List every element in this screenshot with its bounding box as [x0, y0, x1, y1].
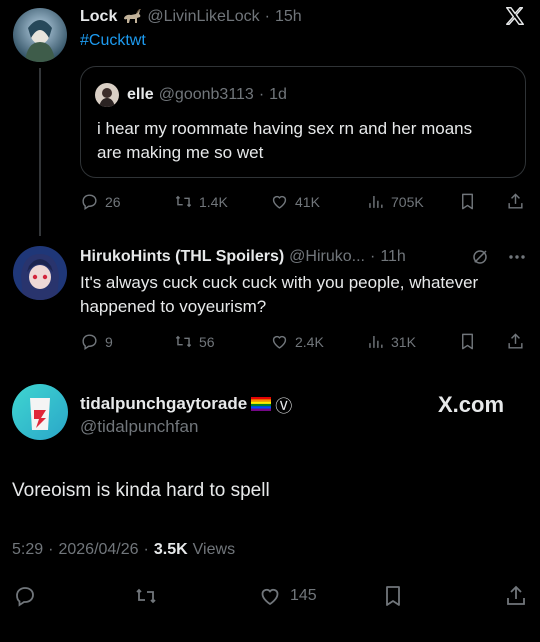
author-name[interactable]: tidalpunchgaytorade: [80, 394, 247, 414]
hashtag-link[interactable]: #Cucktwt: [80, 32, 146, 50]
share-icon: [507, 585, 525, 605]
views-count: 705K: [391, 193, 424, 210]
verified-mark: Ⓥ: [275, 396, 293, 416]
repost-button[interactable]: 56: [174, 332, 215, 351]
repost-count: 56: [199, 333, 215, 350]
like-count: 145: [290, 587, 317, 604]
share-button[interactable]: [506, 332, 525, 351]
reply-icon: [82, 334, 97, 350]
rainbow-flag-icon: [251, 397, 272, 411]
views-button[interactable]: 705K: [366, 192, 424, 211]
x-logo-icon[interactable]: [504, 5, 526, 27]
quote-time: 1d: [269, 86, 287, 103]
bookmark-icon: [462, 333, 473, 350]
like-button[interactable]: 145: [258, 584, 317, 608]
views-icon: [369, 335, 383, 348]
share-button[interactable]: [504, 584, 528, 608]
views-count: 31K: [391, 333, 416, 350]
reply-count: 9: [105, 333, 113, 350]
post-time[interactable]: 11h: [380, 248, 406, 266]
quote-text: i hear my roommate having sex rn and her…: [97, 119, 473, 162]
avatar-lock[interactable]: [13, 8, 67, 62]
thread-line: [39, 68, 41, 236]
like-button[interactable]: 2.4K: [270, 332, 324, 351]
repost-icon: [175, 195, 192, 208]
reply-icon: [82, 194, 97, 210]
dot-separator: ·: [48, 541, 54, 558]
quote-author-handle: @goonb3113: [158, 86, 254, 103]
reply-button[interactable]: 26: [80, 192, 121, 211]
bookmark-button[interactable]: [458, 332, 477, 351]
post-time[interactable]: 5:29: [12, 541, 43, 559]
reply-button[interactable]: 9: [80, 332, 113, 351]
repost-icon: [175, 335, 192, 348]
grok-icon[interactable]: [471, 248, 489, 266]
post-text: It's always cuck cuck cuck with you peop…: [80, 273, 479, 316]
repost-button[interactable]: [134, 584, 158, 608]
share-icon: [508, 333, 523, 349]
like-icon: [272, 195, 287, 209]
dot-separator: ·: [258, 86, 265, 103]
dot-separator: ·: [264, 8, 270, 25]
reply-button[interactable]: [13, 584, 37, 608]
dot-separator: ·: [143, 541, 149, 558]
post-time[interactable]: 15h: [275, 8, 302, 26]
like-icon: [261, 588, 279, 606]
reply-count: 26: [105, 193, 121, 210]
quote-author-name: elle: [127, 86, 154, 103]
avatar-tidalpunch[interactable]: [12, 384, 68, 440]
author-name[interactable]: Lock: [80, 8, 117, 26]
views-button[interactable]: 31K: [366, 332, 416, 351]
author-name[interactable]: HirukoHints (THL Spoilers): [80, 248, 284, 266]
views-label: Views: [192, 541, 236, 558]
bookmark-button[interactable]: [458, 192, 477, 211]
brand-watermark: X.com: [438, 392, 505, 417]
quoted-post[interactable]: elle @goonb3113 · 1d i hear my roommate …: [80, 66, 526, 178]
share-button[interactable]: [506, 192, 525, 211]
like-icon: [272, 335, 287, 349]
like-count: 41K: [295, 193, 320, 210]
post-date[interactable]: 2026/04/26: [58, 541, 138, 559]
repost-button[interactable]: 1.4K: [174, 192, 228, 211]
more-icon[interactable]: [507, 250, 527, 264]
author-handle[interactable]: @tidalpunchfan: [80, 417, 198, 437]
avatar-elle: [95, 83, 119, 107]
goat-emoji-icon: [122, 9, 142, 25]
author-handle[interactable]: @Hiruko...: [289, 248, 365, 266]
repost-icon: [136, 588, 156, 604]
avatar-hirukohints[interactable]: [13, 246, 67, 300]
bookmark-icon: [386, 586, 400, 606]
dot-separator: ·: [369, 248, 376, 265]
like-count: 2.4K: [295, 333, 324, 350]
share-icon: [508, 193, 523, 209]
like-button[interactable]: 41K: [270, 192, 320, 211]
repost-count: 1.4K: [199, 193, 228, 210]
author-handle[interactable]: @LivinLikeLock: [147, 8, 259, 26]
reply-icon: [16, 587, 34, 607]
post-text: Voreoism is kinda hard to spell: [12, 480, 270, 501]
views-icon: [369, 195, 383, 208]
bookmark-icon: [462, 193, 473, 210]
views-count: 3.5K: [153, 541, 188, 558]
bookmark-button[interactable]: [381, 584, 405, 608]
